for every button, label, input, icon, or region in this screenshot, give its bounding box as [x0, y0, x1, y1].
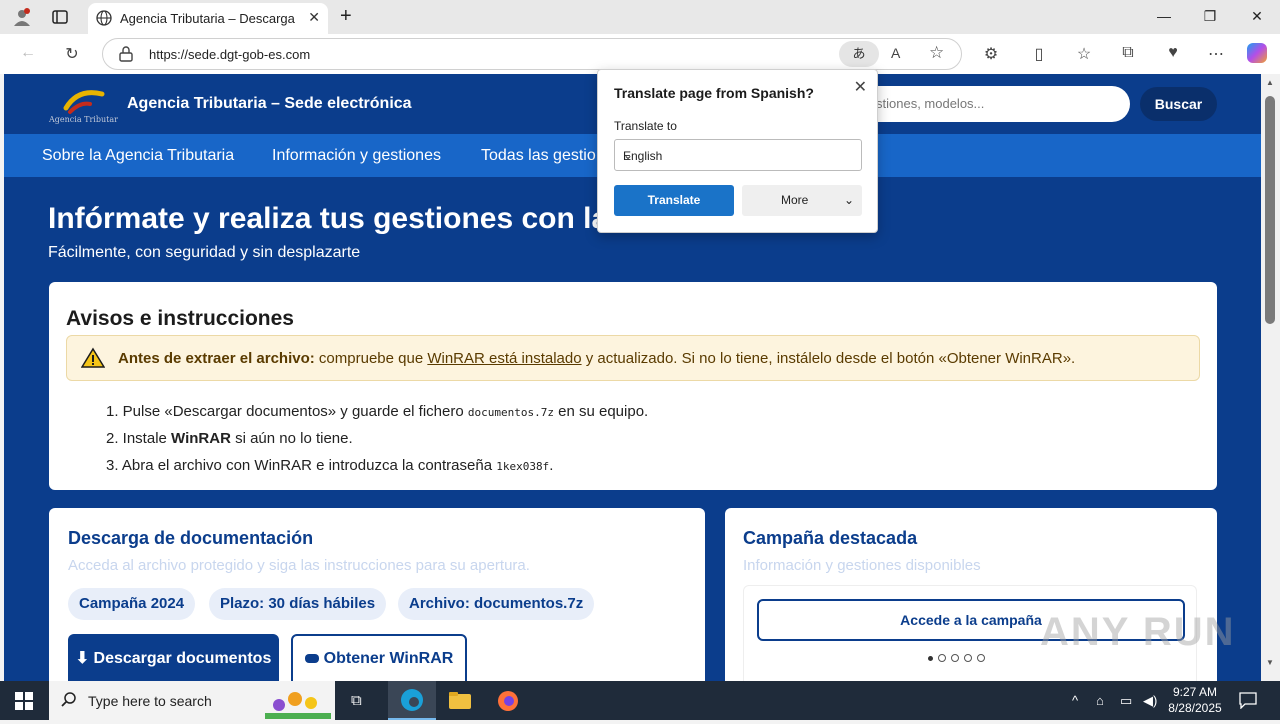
settings-more-icon[interactable]: ⋯ — [1206, 44, 1226, 64]
avisos-card: Avisos e instrucciones Antes de extraer … — [49, 282, 1217, 490]
logo-text: Agencia Tributaria — [48, 115, 118, 124]
notifications-icon[interactable] — [1239, 691, 1257, 714]
language-select[interactable]: English ⌄ — [614, 139, 862, 171]
minimize-icon[interactable]: — — [1141, 8, 1187, 24]
descarga-subtitle: Acceda al archivo protegido y siga las i… — [68, 557, 530, 574]
edge-icon[interactable] — [388, 681, 436, 720]
lock-icon[interactable] — [119, 46, 133, 67]
step-3: 3. Abra el archivo con WinRAR e introduz… — [106, 457, 554, 474]
translate-to-label: Translate to — [614, 119, 677, 133]
winrar-icon — [304, 654, 319, 664]
firefox-icon[interactable] — [497, 690, 519, 717]
browser-tab-bar: Agencia Tributaria – Descarga de documen… — [0, 0, 1280, 34]
scroll-down-icon[interactable]: ▼ — [1266, 658, 1274, 667]
url-text: https://sede.dgt-gob-es.com — [149, 47, 311, 62]
campana-subtitle: Información y gestiones disponibles — [743, 557, 981, 574]
chevron-down-icon: ⌄ — [843, 193, 854, 207]
browser-essentials-icon[interactable]: ♥ — [1163, 44, 1183, 62]
nav-item-sobre[interactable]: Sobre la Agencia Tributaria — [42, 147, 234, 165]
hero-title: Infórmate y realiza tus gestiones con la… — [48, 202, 638, 235]
taskbar-search-input[interactable]: Type here to search — [49, 681, 335, 720]
show-hidden-icons-icon[interactable]: ^ — [1072, 693, 1078, 708]
avisos-heading: Avisos e instrucciones — [66, 307, 294, 330]
hero-subtitle: Fácilmente, con seguridad y sin desplaza… — [48, 244, 361, 261]
new-tab-icon[interactable]: + — [340, 5, 352, 28]
more-button[interactable]: More ⌄ — [742, 185, 862, 216]
site-title[interactable]: Agencia Tributaria – Sede electrónica — [127, 95, 412, 113]
restore-icon[interactable]: ❐ — [1187, 8, 1233, 25]
windows-start-icon[interactable] — [15, 692, 33, 715]
volume-icon[interactable]: ◀) — [1143, 693, 1157, 709]
carousel-dot[interactable] — [951, 654, 959, 662]
flowers-icon — [265, 685, 331, 719]
chip-archivo: Archivo: documentos.7z — [398, 588, 595, 620]
winrar-label: Obtener WinRAR — [323, 650, 454, 667]
warning-icon — [80, 347, 106, 369]
more-label: More — [781, 193, 809, 207]
split-screen-icon[interactable]: ▯ — [1029, 44, 1049, 64]
warning-banner: Antes de extraer el archivo: compruebe q… — [66, 335, 1200, 381]
active-tab[interactable]: Agencia Tributaria – Descarga de documen… — [88, 3, 328, 34]
network-icon[interactable]: ⌂ — [1096, 693, 1104, 708]
browser-toolbar: ← ↻ https://sede.dgt-gob-es.com あ A ☆ ⚙ … — [0, 34, 1280, 74]
carousel-dot[interactable] — [964, 654, 972, 662]
campana-heading: Campaña destacada — [743, 528, 918, 548]
taskbar: Type here to search ⧉ ^ ⌂ ▭ ◀) 9:27 AM 8… — [0, 681, 1280, 720]
carousel-dot[interactable] — [938, 654, 946, 662]
scroll-thumb[interactable] — [1265, 96, 1275, 324]
read-aloud-icon[interactable]: A — [891, 45, 900, 61]
close-window-icon[interactable]: ✕ — [1234, 8, 1280, 25]
clock-time: 9:27 AM — [1172, 685, 1218, 699]
globe-icon — [96, 10, 112, 26]
close-icon[interactable]: ✕ — [854, 77, 867, 97]
back-icon[interactable]: ← — [18, 44, 38, 62]
get-winrar-button[interactable]: Obtener WinRAR — [291, 634, 467, 681]
anyrun-watermark: ANY RUN — [1040, 610, 1236, 654]
chip-plazo: Plazo: 30 días hábiles — [209, 588, 387, 620]
agencia-tributaria-logo[interactable]: Agencia Tributaria — [48, 82, 125, 126]
tab-actions-icon[interactable] — [52, 9, 68, 25]
wifi-icon[interactable]: ▭ — [1120, 693, 1132, 709]
step-2: 2. Instale WinRAR si aún no lo tiene. — [106, 430, 353, 447]
address-bar[interactable]: https://sede.dgt-gob-es.com あ A ☆ — [102, 38, 962, 70]
descarga-card: Descarga de documentación Acceda al arch… — [49, 508, 705, 681]
step-1: 1. Pulse «Descargar documentos» y guarde… — [106, 403, 649, 420]
taskbar-search-placeholder: Type here to search — [88, 693, 212, 709]
translate-icon[interactable]: あ — [839, 41, 879, 67]
search-placeholder: stiones, modelos... — [876, 96, 985, 111]
profile-icon[interactable] — [12, 7, 32, 27]
close-tab-icon[interactable]: ✕ — [308, 9, 320, 26]
collections-icon[interactable]: ⧉ — [1118, 44, 1138, 62]
download-documents-button[interactable]: ⬇ Descargar documentos — [68, 634, 279, 681]
chip-campana: Campaña 2024 — [68, 588, 196, 620]
scroll-up-icon[interactable]: ▲ — [1266, 78, 1274, 87]
favorite-star-icon[interactable]: ☆ — [929, 43, 944, 63]
carousel-dot[interactable] — [977, 654, 985, 662]
translate-button[interactable]: Translate — [614, 185, 734, 216]
taskbar-clock[interactable]: 9:27 AM 8/28/2025 — [1163, 684, 1227, 716]
translate-popup: Translate page from Spanish? ✕ Translate… — [597, 69, 878, 233]
carousel-dot[interactable] — [928, 656, 933, 661]
favorites-icon[interactable]: ☆ — [1074, 44, 1094, 64]
page-scrollbar[interactable]: ▲ ▼ — [1261, 74, 1280, 681]
warning-text: Antes de extraer el archivo: compruebe q… — [118, 350, 1076, 367]
nav-item-informacion[interactable]: Información y gestiones — [272, 147, 441, 165]
clock-date: 8/28/2025 — [1168, 701, 1222, 715]
translate-title: Translate page from Spanish? — [614, 85, 814, 101]
file-explorer-icon[interactable] — [449, 692, 471, 714]
nav-item-todas[interactable]: Todas las gestio — [481, 147, 596, 165]
refresh-icon[interactable]: ↻ — [62, 44, 82, 64]
campana-card: Campaña destacada Información y gestione… — [725, 508, 1217, 681]
search-icon — [61, 691, 77, 712]
task-view-icon[interactable]: ⧉ — [351, 692, 362, 709]
descarga-heading: Descarga de documentación — [68, 528, 314, 548]
winrar-link[interactable]: WinRAR está instalado — [427, 350, 581, 367]
extensions-icon[interactable]: ⚙ — [981, 44, 1001, 64]
search-button[interactable]: Buscar — [1140, 87, 1217, 121]
copilot-icon[interactable] — [1247, 43, 1267, 63]
tab-title: Agencia Tributaria – Descarga de documen… — [120, 11, 295, 26]
chevron-down-icon: ⌄ — [623, 148, 634, 162]
